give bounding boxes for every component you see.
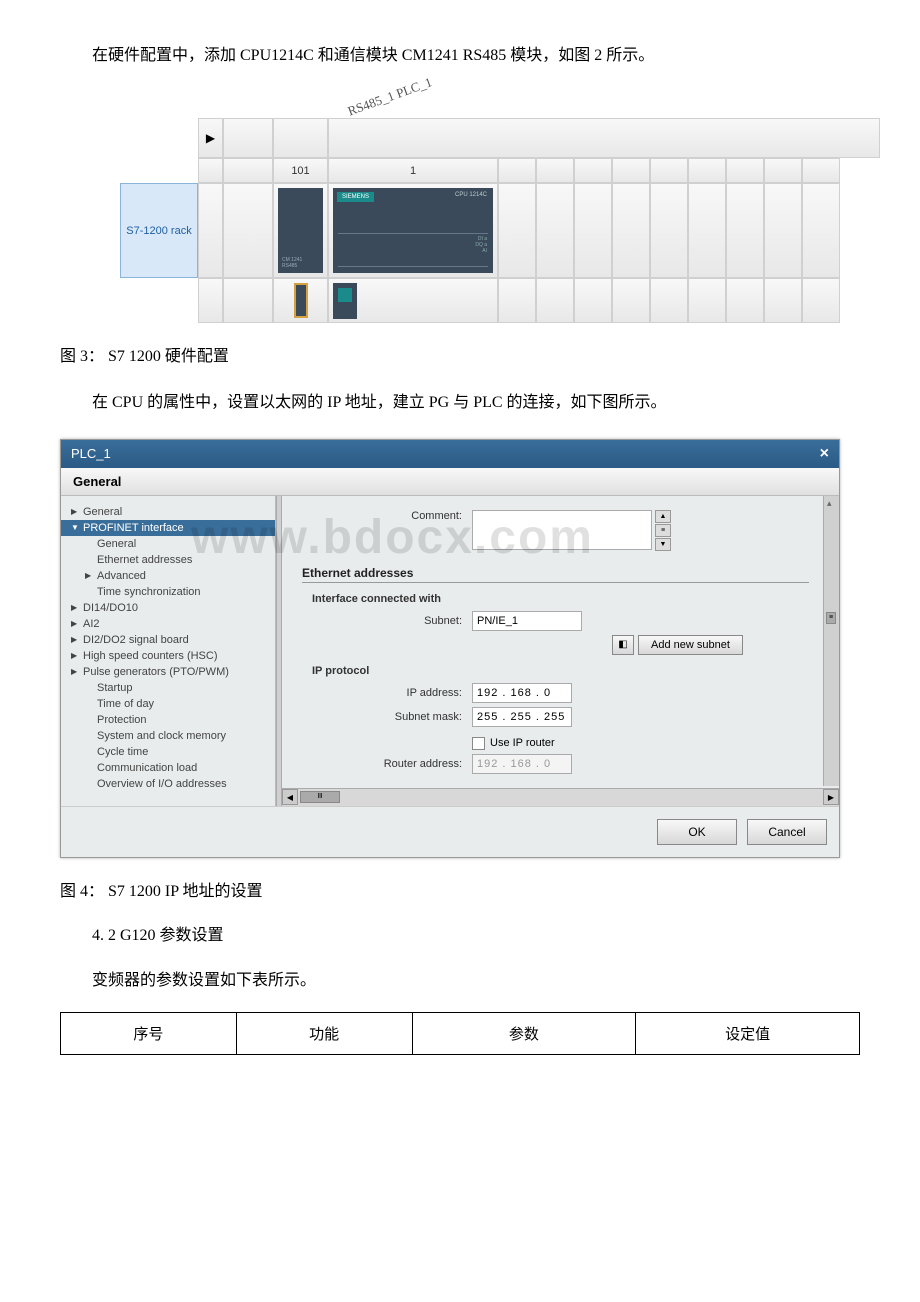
hardware-config-figure: RS485_1 PLC_1 ▶ 101 1 S7-1200 rack CM 12… [120,92,880,323]
figure-4-caption: 图 4： S7 1200 IP 地址的设置 [60,878,860,907]
ip-address-label: IP address: [302,687,472,699]
hscroll-left-icon[interactable]: ◀ [282,789,298,805]
rs485-port-icon [294,283,308,318]
use-ip-router-checkbox[interactable] [472,737,485,750]
tree-commload[interactable]: Communication load [61,760,275,776]
plc-config-dialog: www.bdocx.com PLC_1 × General ▶General ▼… [60,439,840,858]
table-header-value: 设定值 [636,1013,860,1055]
properties-tree: ▶General ▼PROFINET interface General Eth… [61,496,276,806]
rack-label: S7-1200 rack [120,183,198,278]
router-address-label: Router address: [302,758,472,770]
tree-tod[interactable]: Time of day [61,696,275,712]
section-4-2-heading: 4. 2 G120 参数设置 [60,922,860,951]
comment-up-icon[interactable]: ▲ [655,510,671,523]
chevron-right-icon[interactable]: ▶ [198,118,223,158]
hscroll-right-icon[interactable]: ▶ [823,789,839,805]
intro-paragraph-3: 变频器的参数设置如下表所示。 [60,965,860,997]
add-subnet-button[interactable]: Add new subnet [638,635,743,655]
plc-titlebar: PLC_1 × [61,440,839,468]
scroll-thumb-icon[interactable]: ≡ [826,612,836,624]
tree-ioaddr[interactable]: Overview of I/O addresses [61,776,275,792]
close-icon[interactable]: × [820,445,829,463]
comment-textarea[interactable] [472,510,652,550]
tree-di2do2[interactable]: ▶DI2/DO2 signal board [61,632,275,648]
parameter-table: 序号 功能 参数 设定值 [60,1012,860,1055]
tree-hsc[interactable]: ▶High speed counters (HSC) [61,648,275,664]
table-header-seq: 序号 [61,1013,237,1055]
ip-address-input[interactable] [472,683,572,703]
subnet-input[interactable] [472,611,582,631]
ethernet-addresses-section: Ethernet addresses [302,566,809,583]
tree-startup[interactable]: Startup [61,680,275,696]
general-tab[interactable]: General [61,468,839,496]
subnet-mask-input[interactable] [472,707,572,727]
tree-general[interactable]: ▶General [61,504,275,520]
router-address-input [472,754,572,774]
tree-profinet-interface[interactable]: ▼PROFINET interface [61,520,275,536]
ok-button[interactable]: OK [657,819,737,845]
intro-paragraph-2: 在 CPU 的属性中，设置以太网的 IP 地址，建立 PG 与 PLC 的连接，… [60,387,860,419]
subnet-label: Subnet: [302,615,472,627]
figure-3-caption: 图 3： S7 1200 硬件配置 [60,343,860,372]
plc-title: PLC_1 [71,446,111,461]
ethernet-port-icon [338,288,352,302]
table-header-function: 功能 [236,1013,412,1055]
ip-protocol-subsection: IP protocol [312,665,809,677]
cm1241-module[interactable]: CM 1241RS485 [278,188,323,273]
table-header-param: 参数 [412,1013,636,1055]
cpu-model-label: CPU 1214C [455,192,487,198]
hscroll-thumb[interactable]: Ⅲ [300,791,340,803]
add-subnet-icon[interactable]: ◧ [612,635,634,655]
tree-pn-general[interactable]: General [61,536,275,552]
interface-connected-subsection: Interface connected with [312,593,809,605]
horizontal-scrollbar[interactable]: ◀ Ⅲ ▶ [282,788,839,806]
comment-mid-icon[interactable]: ≡ [655,524,671,537]
slot-101: 101 [273,158,328,183]
intro-paragraph-1: 在硬件配置中，添加 CPU1214C 和通信模块 CM1241 RS485 模块… [60,40,860,72]
tree-advanced[interactable]: ▶Advanced [61,568,275,584]
tree-ptopwm[interactable]: ▶Pulse generators (PTO/PWM) [61,664,275,680]
siemens-badge: SIEMENS [337,192,374,202]
tree-sysclock[interactable]: System and clock memory [61,728,275,744]
comment-down-icon[interactable]: ▼ [655,538,671,551]
cpu1214c-module[interactable]: SIEMENS CPU 1214C DI aDQ aAI [333,188,493,273]
tree-protection[interactable]: Protection [61,712,275,728]
cancel-button[interactable]: Cancel [747,819,827,845]
comment-label: Comment: [302,510,472,522]
slot-1: 1 [328,158,498,183]
tree-cycle[interactable]: Cycle time [61,744,275,760]
use-ip-router-label: Use IP router [490,737,555,749]
tree-ethernet-addresses[interactable]: Ethernet addresses [61,552,275,568]
tree-di14do10[interactable]: ▶DI14/DO10 [61,600,275,616]
tree-ai2[interactable]: ▶AI2 [61,616,275,632]
subnet-mask-label: Subnet mask: [302,711,472,723]
vertical-scrollbar[interactable]: ≡ [823,496,839,786]
tree-time-sync[interactable]: Time synchronization [61,584,275,600]
